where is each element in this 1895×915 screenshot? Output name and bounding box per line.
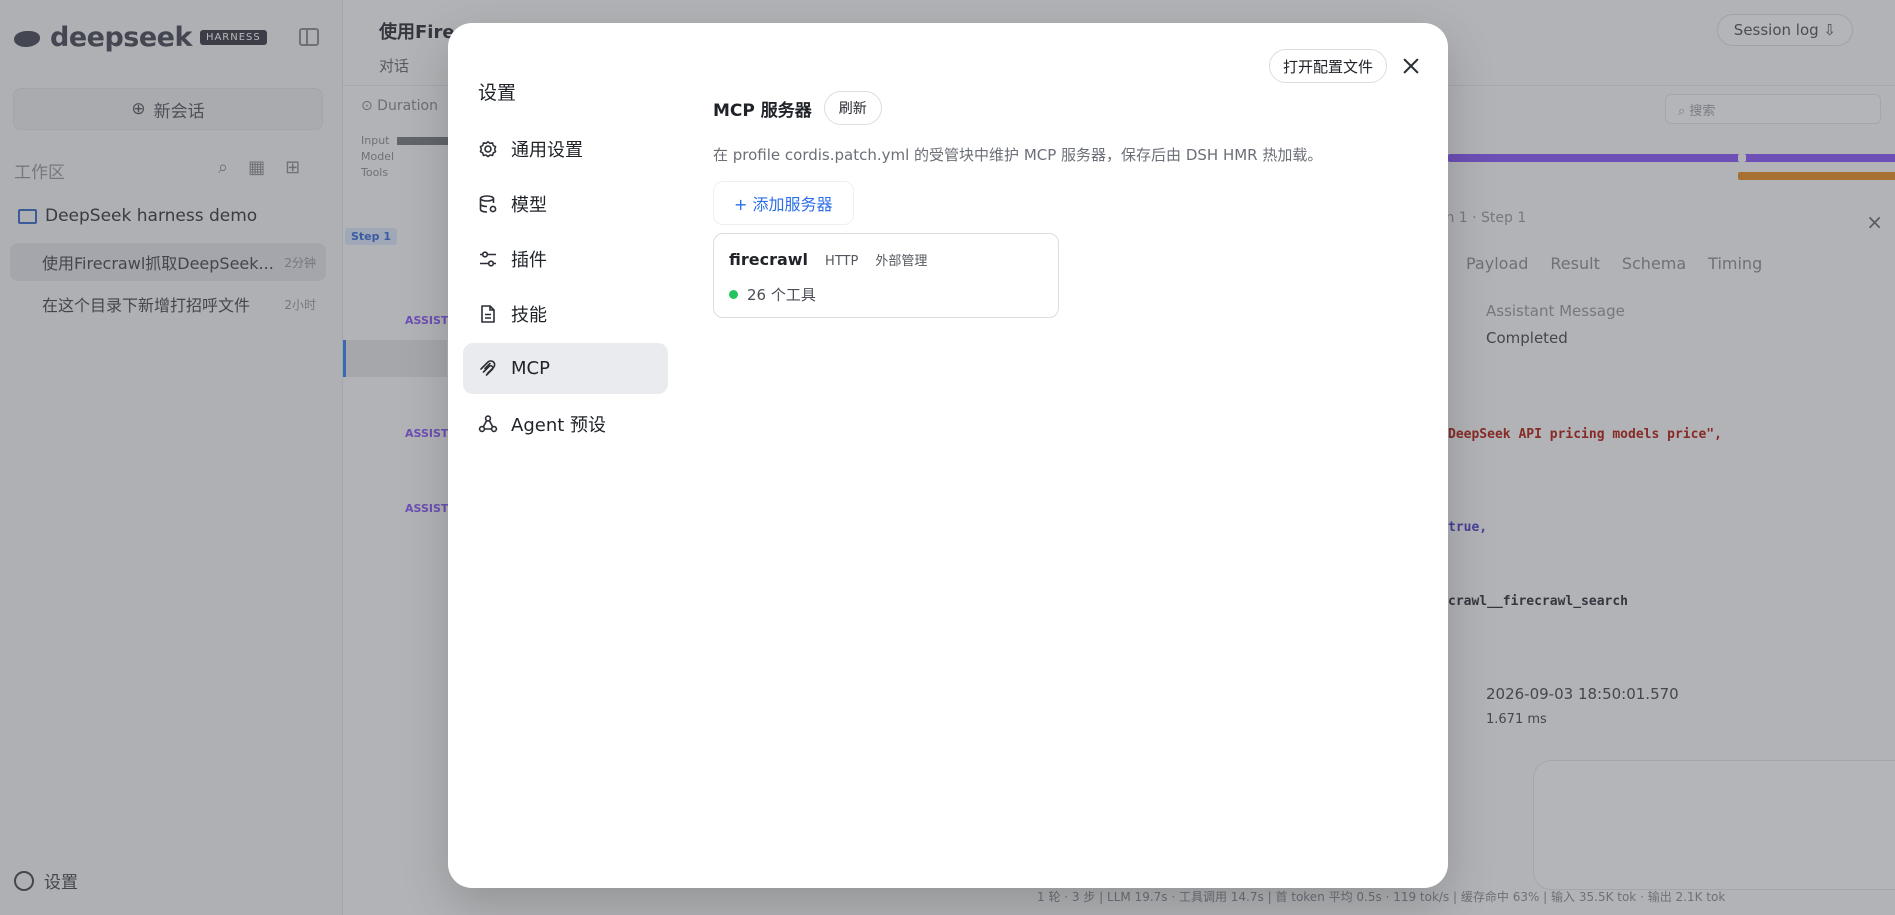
nav-item-mcp[interactable]: MCP [463, 343, 668, 394]
nav-item-agent-presets[interactable]: Agent 预设 [463, 398, 668, 449]
mcp-section: MCP 服务器 刷新 在 profile cordis.patch.yml 的受… [713, 91, 1413, 318]
mcp-icon [477, 358, 499, 380]
nav-item-label: 插件 [511, 249, 547, 271]
nav-item-label: MCP [511, 358, 550, 379]
dialog-title: 设置 [478, 82, 517, 104]
settings-dialog: 设置 打开配置文件 通用设置 模型 插件 技能 MCP Agent 预设 MCP… [448, 23, 1448, 888]
gear-icon [477, 138, 499, 160]
nav-item-general[interactable]: 通用设置 [463, 123, 668, 174]
database-icon [477, 193, 499, 215]
sliders-icon [477, 248, 499, 270]
status-dot-icon [729, 290, 738, 299]
server-tool-count: 26 个工具 [747, 286, 816, 304]
server-header: firecrawl HTTP 外部管理 [729, 250, 927, 269]
server-name: firecrawl [729, 250, 809, 269]
nav-item-plugins[interactable]: 插件 [463, 233, 668, 284]
add-server-button[interactable]: + 添加服务器 [713, 181, 854, 225]
nav-item-label: Agent 预设 [511, 414, 607, 436]
server-protocol: HTTP [825, 254, 859, 269]
open-config-button[interactable]: 打开配置文件 [1269, 49, 1388, 83]
nav-item-models[interactable]: 模型 [463, 178, 668, 229]
nav-item-label: 模型 [511, 194, 547, 216]
server-status: 26 个工具 [729, 284, 816, 305]
server-card[interactable]: firecrawl HTTP 外部管理 26 个工具 [713, 233, 1059, 318]
close-icon[interactable] [1398, 53, 1424, 79]
section-header: MCP 服务器 刷新 [713, 91, 1413, 125]
settings-nav: 通用设置 模型 插件 技能 MCP Agent 预设 [463, 123, 668, 453]
agent-icon [477, 413, 499, 435]
section-description: 在 profile cordis.patch.yml 的受管块中维护 MCP 服… [713, 146, 1323, 164]
server-management: 外部管理 [875, 254, 928, 269]
nav-item-label: 技能 [511, 304, 547, 326]
document-icon [477, 303, 499, 325]
nav-item-skills[interactable]: 技能 [463, 288, 668, 339]
refresh-button[interactable]: 刷新 [823, 91, 882, 125]
nav-item-label: 通用设置 [511, 139, 583, 161]
section-title: MCP 服务器 [713, 100, 812, 121]
